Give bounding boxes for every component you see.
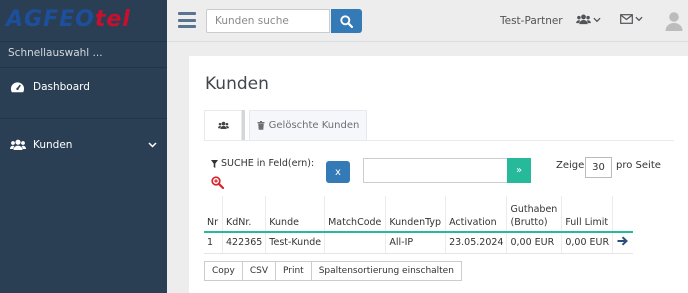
tab-divider [242, 110, 245, 140]
cell-kunde: Test-Kunde [265, 232, 326, 254]
tab-underline [204, 140, 674, 141]
page-title: Kunden [205, 74, 269, 94]
chevron-down-icon [593, 17, 601, 22]
chevron-down-icon [635, 16, 643, 22]
logo-suffix: tel [94, 7, 131, 32]
quick-select[interactable]: Schnellauswahl ... [0, 42, 167, 68]
table-header-row: Nr KdNr. Kunde MatchCode KundenTyp Activ… [204, 196, 633, 233]
users-icon [217, 121, 229, 129]
chevron-down-icon [148, 139, 157, 151]
per-page-label: pro Seite [616, 160, 661, 171]
envelope-icon [620, 14, 633, 24]
dashboard-icon [10, 81, 30, 93]
csv-button[interactable]: CSV [241, 261, 276, 281]
partner-name[interactable]: Test-Partner [500, 15, 563, 27]
users-icon [10, 139, 30, 151]
cell-activation: 23.05.2024 [445, 232, 508, 254]
sidebar-item-label: Dashboard [33, 81, 90, 93]
apply-filter-button[interactable]: » [507, 158, 531, 183]
column-header[interactable]: KdNr. [222, 196, 267, 233]
column-header[interactable]: Full Limit [561, 196, 614, 233]
column-header[interactable]: Kunde [265, 196, 326, 233]
cell-matchcode [324, 232, 387, 254]
logo[interactable]: AGFEOtel [0, 0, 167, 42]
zoom-search-icon[interactable] [211, 176, 225, 192]
sidebar: AGFEOtel Schnellauswahl ... Dashboard Ku… [0, 0, 167, 293]
sidebar-item-kunden[interactable]: Kunden [0, 130, 167, 160]
filter-icon [211, 159, 218, 168]
page-size-label: Zeige: [556, 160, 588, 171]
trash-icon [257, 121, 265, 130]
column-header[interactable]: MatchCode [324, 196, 387, 233]
tab-deleted-customers[interactable]: Gelöschte Kunden [249, 110, 367, 140]
cell-kdnr: 422365 [222, 232, 267, 254]
clear-filter-button[interactable]: x [326, 161, 350, 183]
top-navigation: Test-Partner [167, 0, 688, 42]
export-buttons: Copy CSV Print Spaltensortierung einscha… [204, 261, 462, 281]
cell-full-limit: 0,00 EUR [561, 232, 614, 254]
column-header [612, 196, 633, 233]
user-avatar-icon [665, 12, 683, 31]
page-size-input[interactable]: 30 [585, 157, 612, 178]
tab-customers[interactable] [204, 110, 242, 140]
sidebar-item-dashboard[interactable]: Dashboard [0, 72, 167, 102]
search-filter-label: SUCHE in Feld(ern): [211, 158, 314, 169]
search-icon [340, 14, 353, 28]
table-row[interactable]: 1 422365 Test-Kunde All-IP 23.05.2024 0,… [204, 232, 633, 254]
customers-table: Nr KdNr. Kunde MatchCode KundenTyp Activ… [204, 196, 633, 254]
column-header[interactable]: Nr [204, 196, 224, 233]
column-header[interactable]: KundenTyp [385, 196, 447, 233]
column-header[interactable]: Activation [445, 196, 508, 233]
users-menu[interactable] [576, 14, 601, 25]
cell-kundentyp: All-IP [385, 232, 447, 254]
content-panel: Kunden Gelöschte Kunden SUCHE in Feld(er… [189, 56, 688, 293]
column-header[interactable]: Guthaben (Brutto) [506, 196, 563, 233]
customer-search-input[interactable] [206, 9, 330, 33]
tab-label: Gelöschte Kunden [268, 120, 360, 131]
sidebar-divider [0, 118, 167, 119]
copy-button[interactable]: Copy [204, 261, 243, 281]
avatar[interactable] [665, 11, 683, 34]
search-button[interactable] [331, 9, 362, 33]
cell-guthaben: 0,00 EUR [506, 232, 563, 254]
users-icon [576, 14, 591, 25]
filter-label-text: SUCHE in Feld(ern): [221, 158, 315, 169]
logo-brand: AGFEO [6, 7, 95, 32]
sidebar-item-label: Kunden [33, 139, 73, 151]
arrow-right-icon [617, 236, 629, 246]
print-button[interactable]: Print [275, 261, 312, 281]
open-customer-button[interactable] [612, 232, 633, 254]
filter-input[interactable] [363, 158, 508, 183]
menu-toggle-icon[interactable] [178, 12, 196, 28]
cell-nr: 1 [204, 232, 224, 254]
messages-menu[interactable] [620, 14, 643, 24]
column-sorting-button[interactable]: Spaltensortierung einschalten [310, 261, 462, 281]
